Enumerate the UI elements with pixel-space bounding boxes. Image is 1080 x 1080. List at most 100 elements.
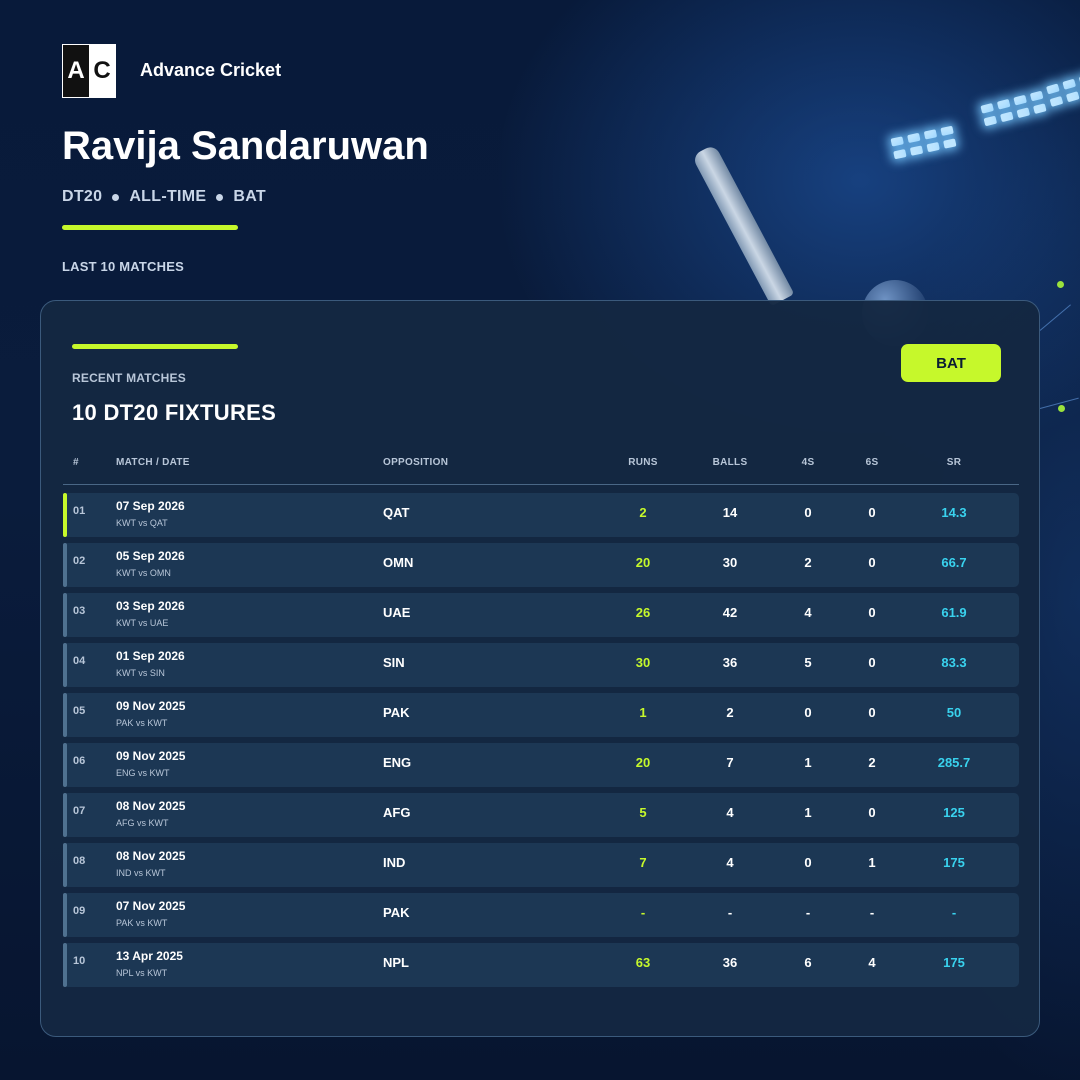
sixes-value: 0 — [868, 555, 876, 570]
match-date: 09 Nov 2025 — [116, 699, 186, 713]
match-number: 05 — [73, 705, 86, 717]
strike-rate-value: 175 — [943, 955, 965, 970]
opposition: IND — [383, 855, 406, 870]
sixes-value: 0 — [868, 705, 876, 720]
balls-value: 7 — [726, 755, 734, 770]
match-date: 08 Nov 2025 — [116, 849, 186, 863]
balls-value: 4 — [726, 855, 734, 870]
strike-rate-value: 175 — [943, 855, 965, 870]
opposition: SIN — [383, 655, 405, 670]
bullet-icon — [112, 193, 120, 201]
strike-rate-value: 66.7 — [941, 555, 967, 570]
row-marker — [63, 893, 67, 937]
runs-value: 7 — [639, 855, 647, 870]
table-header: # MATCH / DATE OPPOSITION RUNS BALLS 4S … — [63, 455, 1019, 485]
strike-rate-value: 285.7 — [937, 755, 971, 770]
matches-card: RECENT MATCHES 10 DT20 FIXTURES BAT # MA… — [40, 300, 1040, 1037]
fours-value: 0 — [804, 505, 812, 520]
card-kicker: RECENT MATCHES — [72, 371, 186, 385]
opposition: ENG — [383, 755, 412, 770]
strike-rate-value: 83.3 — [941, 655, 967, 670]
sixes-value: 0 — [868, 805, 876, 820]
match-date: 09 Nov 2025 — [116, 749, 186, 763]
logo-letter-a: A — [63, 45, 89, 97]
match-number: 08 — [73, 855, 86, 867]
network-dot-icon — [1057, 281, 1064, 288]
col-header-number: # — [73, 457, 79, 468]
row-marker — [63, 843, 67, 887]
row-marker — [63, 543, 67, 587]
strike-rate-value: 125 — [943, 805, 965, 820]
table-row[interactable]: 06 09 Nov 2025 ENG vs KWT ENG 20 7 1 2 2… — [63, 743, 1019, 787]
match-number: 07 — [73, 805, 86, 817]
bullet-icon — [216, 193, 224, 201]
table-row[interactable]: 05 09 Nov 2025 PAK vs KWT PAK 1 2 0 0 50 — [63, 693, 1019, 737]
sixes-value: 2 — [868, 755, 876, 770]
opposition: AFG — [383, 805, 411, 820]
match-teams: PAK vs KWT — [116, 718, 168, 728]
table-row[interactable]: 01 07 Sep 2026 KWT vs QAT QAT 2 14 0 0 1… — [63, 493, 1019, 537]
brand-logo: A C — [62, 44, 116, 98]
fours-value: 5 — [804, 655, 812, 670]
sixes-value: 0 — [868, 655, 876, 670]
fours-value: 0 — [804, 705, 812, 720]
table-row[interactable]: 10 13 Apr 2025 NPL vs KWT NPL 63 36 6 4 … — [63, 943, 1019, 987]
fours-value: 0 — [804, 855, 812, 870]
match-date: 05 Sep 2026 — [116, 549, 185, 563]
row-marker — [63, 593, 67, 637]
match-number: 10 — [73, 955, 86, 967]
table-row[interactable]: 02 05 Sep 2026 KWT vs OMN OMN 20 30 2 0 … — [63, 543, 1019, 587]
match-teams: KWT vs OMN — [116, 568, 171, 578]
opposition: UAE — [383, 605, 411, 620]
meta-format: DT20 — [62, 188, 103, 205]
balls-value: 2 — [726, 705, 734, 720]
runs-value: - — [640, 905, 646, 920]
balls-value: 14 — [722, 505, 738, 520]
opposition: QAT — [383, 505, 410, 520]
col-header-runs: RUNS — [628, 457, 658, 468]
card-accent-bar — [72, 344, 238, 349]
cricket-bat-icon — [691, 143, 795, 307]
opposition: PAK — [383, 905, 410, 920]
balls-value: 36 — [722, 955, 738, 970]
opposition: NPL — [383, 955, 409, 970]
table-row[interactable]: 03 03 Sep 2026 KWT vs UAE UAE 26 42 4 0 … — [63, 593, 1019, 637]
match-date: 08 Nov 2025 — [116, 799, 186, 813]
sixes-value: 4 — [868, 955, 876, 970]
opposition: OMN — [383, 555, 414, 570]
floodlight-left-icon — [890, 125, 957, 160]
match-number: 01 — [73, 505, 86, 517]
runs-value: 63 — [635, 955, 651, 970]
col-header-match-date: MATCH / DATE — [116, 457, 190, 468]
runs-value: 26 — [635, 605, 651, 620]
meta-discipline: BAT — [233, 188, 266, 205]
match-teams: ENG vs KWT — [116, 768, 170, 778]
runs-value: 5 — [639, 805, 647, 820]
bat-button[interactable]: BAT — [901, 344, 1001, 382]
match-number: 04 — [73, 655, 86, 667]
match-number: 06 — [73, 755, 86, 767]
row-marker — [63, 643, 67, 687]
logo-letter-c: C — [89, 45, 115, 97]
fours-value: 6 — [804, 955, 812, 970]
fours-value: 2 — [804, 555, 812, 570]
table-row[interactable]: 08 08 Nov 2025 IND vs KWT IND 7 4 0 1 17… — [63, 843, 1019, 887]
strike-rate-value: - — [951, 905, 957, 920]
table-row[interactable]: 07 08 Nov 2025 AFG vs KWT AFG 5 4 1 0 12… — [63, 793, 1019, 837]
match-teams: IND vs KWT — [116, 868, 166, 878]
match-number: 03 — [73, 605, 86, 617]
meta-period: ALL-TIME — [129, 188, 207, 205]
runs-value: 1 — [639, 705, 647, 720]
balls-value: 4 — [726, 805, 734, 820]
table-row[interactable]: 09 07 Nov 2025 PAK vs KWT PAK - - - - - — [63, 893, 1019, 937]
sixes-value: - — [869, 905, 875, 920]
balls-value: - — [727, 905, 733, 920]
table-row[interactable]: 04 01 Sep 2026 KWT vs SIN SIN 30 36 5 0 … — [63, 643, 1019, 687]
floodlight-center-icon — [980, 90, 1047, 127]
sixes-value: 0 — [868, 505, 876, 520]
runs-value: 20 — [635, 555, 651, 570]
match-teams: KWT vs QAT — [116, 518, 168, 528]
floodlight-right-icon — [1045, 74, 1080, 107]
fours-value: 1 — [804, 755, 812, 770]
player-name: Ravija Sandaruwan — [62, 124, 429, 168]
